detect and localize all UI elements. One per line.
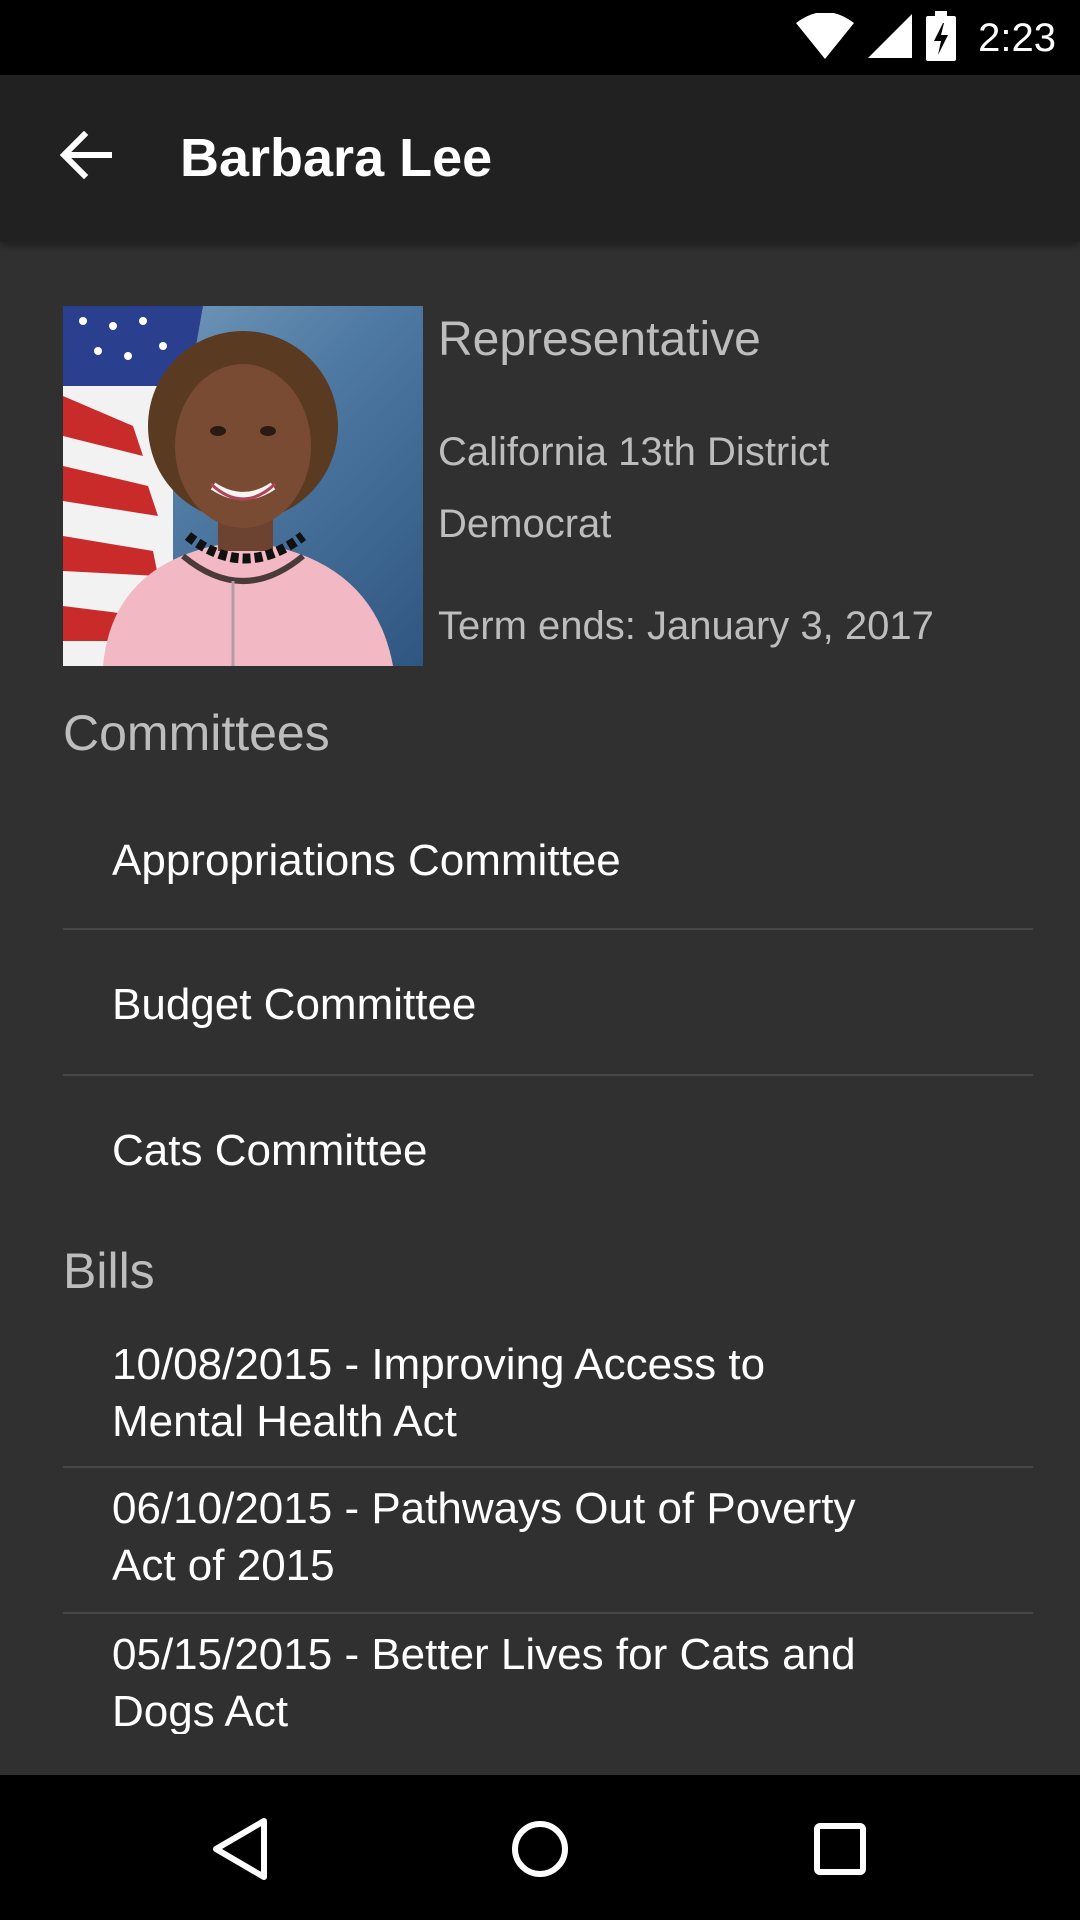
nav-back-button[interactable] (200, 1811, 280, 1891)
bill-title-line2: Dogs Act (112, 1687, 289, 1734)
district-label: California 13th District (438, 430, 830, 474)
page-title: Barbara Lee (180, 128, 493, 188)
committees-header: Committees (63, 705, 330, 761)
nav-recents-button[interactable] (800, 1811, 880, 1891)
battery-charging-icon (926, 10, 957, 66)
committee-item[interactable]: Appropriations Committee (63, 782, 1033, 930)
status-time: 2:23 (978, 15, 1056, 60)
bill-title-line2: Mental Health Act (112, 1397, 457, 1446)
party-label: Democrat (438, 502, 612, 546)
arrow-left-icon (59, 130, 113, 184)
role-label: Representative (438, 313, 761, 366)
term-label: Term ends: January 3, 2017 (438, 604, 934, 648)
committee-label: Budget Committee (112, 980, 477, 1029)
cell-signal-icon (868, 13, 913, 63)
committee-item[interactable]: Budget Committee (63, 930, 1033, 1076)
app-bar: Barbara Lee (0, 75, 1080, 242)
square-recents-icon (812, 1821, 868, 1882)
committee-label: Cats Committee (112, 1126, 428, 1175)
triangle-back-icon (210, 1817, 270, 1886)
portrait-image (63, 306, 393, 666)
circle-home-icon (510, 1819, 570, 1884)
wifi-icon (796, 11, 855, 64)
navigation-bar (0, 1775, 1080, 1920)
nav-home-button[interactable] (500, 1811, 580, 1891)
representative-photo (63, 306, 423, 666)
committee-label: Appropriations Committee (112, 836, 621, 885)
bill-title-line1: 05/15/2015 - Better Lives for Cats and (112, 1630, 856, 1679)
content: Representative California 13th District … (0, 242, 1080, 1775)
committee-item[interactable]: Cats Committee (63, 1076, 1033, 1222)
bill-title-line1: 06/10/2015 - Pathways Out of Poverty (112, 1484, 856, 1533)
status-icons: 2:23 (796, 10, 1056, 66)
bill-item[interactable]: 05/15/2015 - Better Lives for Cats and D… (63, 1614, 1033, 1734)
bill-item[interactable]: 10/08/2015 - Improving Access to Mental … (63, 1336, 1033, 1468)
bill-title-line1: 10/08/2015 - Improving Access to (112, 1340, 766, 1389)
status-bar: 2:23 (0, 0, 1080, 75)
back-button[interactable] (44, 115, 128, 199)
bill-title-line2: Act of 2015 (112, 1541, 335, 1590)
bills-header: Bills (63, 1243, 155, 1299)
bill-item[interactable]: 06/10/2015 - Pathways Out of Poverty Act… (63, 1468, 1033, 1614)
